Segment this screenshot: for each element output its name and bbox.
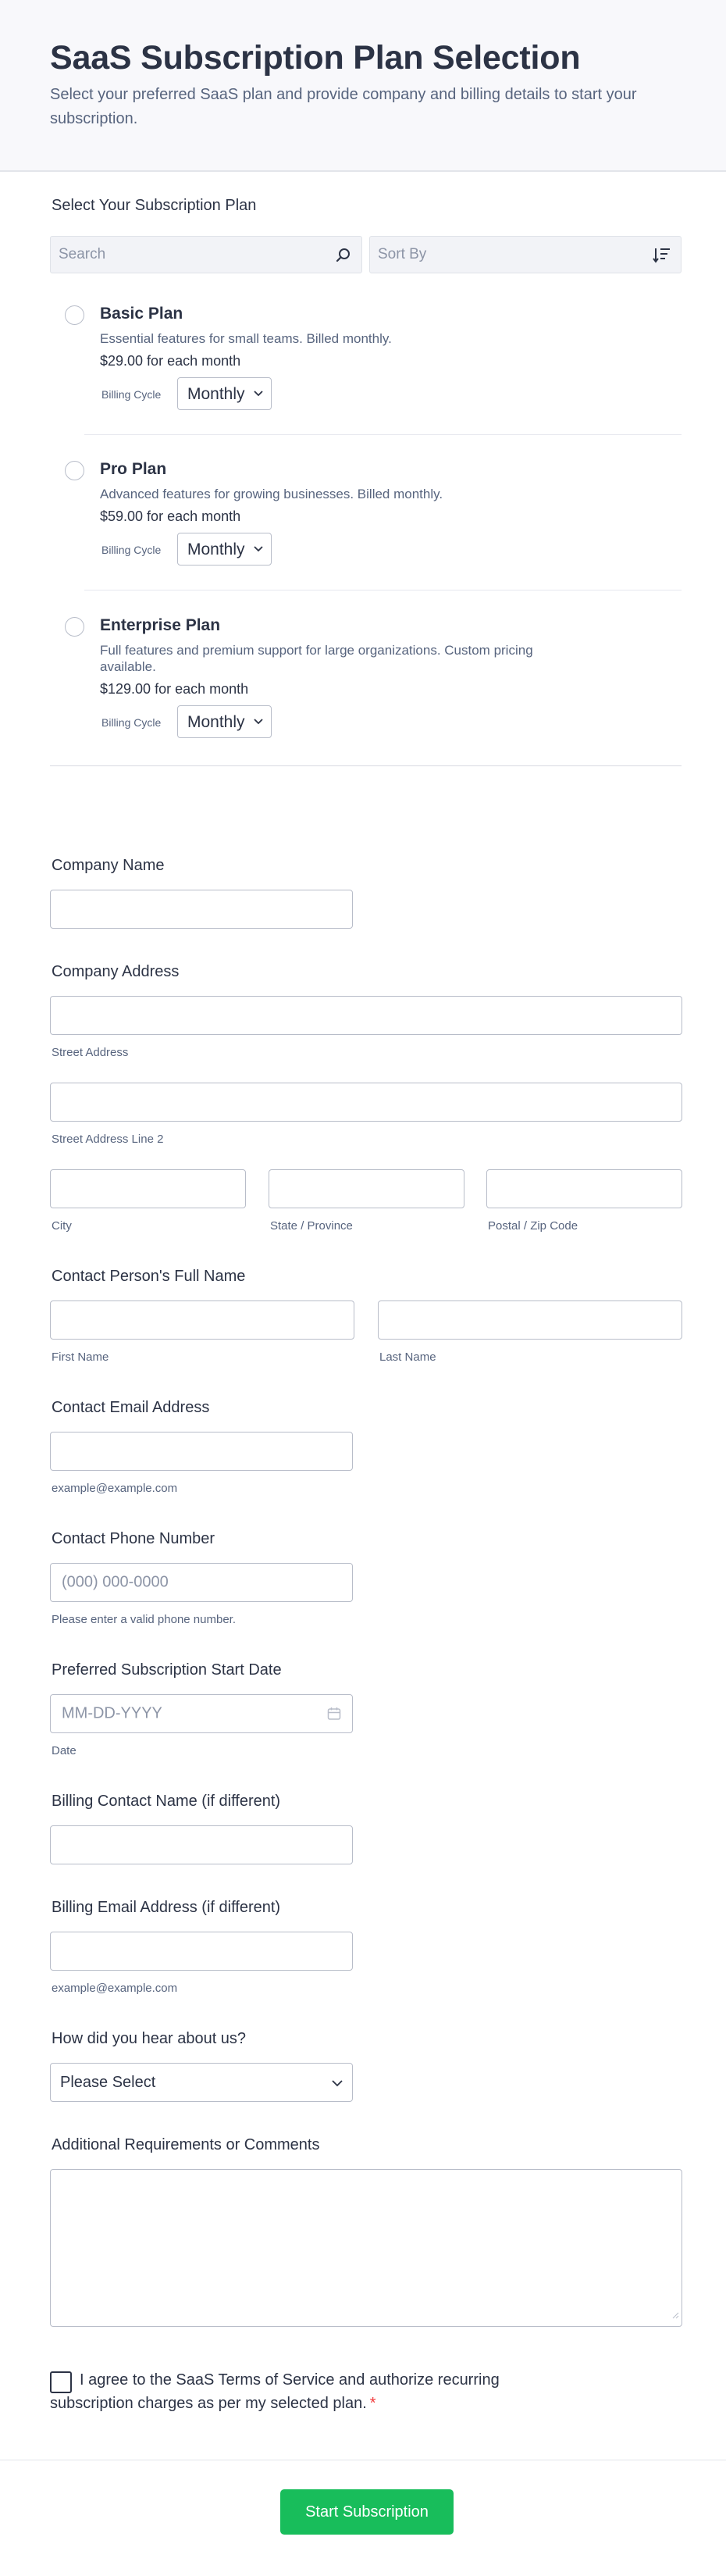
street-address-line2-input[interactable] <box>50 1083 682 1122</box>
billing-name-label: Billing Contact Name (if different) <box>52 1793 281 1810</box>
plan-radio-pro[interactable] <box>65 461 84 480</box>
contact-phone-label: Contact Phone Number <box>52 1530 215 1547</box>
plan-description: Essential features for small teams. Bill… <box>100 331 392 346</box>
required-asterisk: * <box>369 2395 376 2412</box>
plan-price: $59.00 for each month <box>100 508 241 524</box>
billing-cycle-value: Monthly <box>187 385 245 403</box>
chevron-down-icon <box>332 2080 343 2087</box>
contact-email-input[interactable] <box>50 1432 353 1471</box>
billing-cycle-select[interactable]: Monthly <box>177 533 272 566</box>
search-icon[interactable] <box>335 247 352 269</box>
plan-description: Full features and premium support for la… <box>100 643 533 674</box>
calendar-icon[interactable] <box>327 1707 341 1725</box>
plan-description: Advanced features for growing businesses… <box>100 487 443 501</box>
chevron-down-icon <box>254 391 263 397</box>
referral-selected-value: Please Select <box>60 2074 156 2091</box>
company-name-input[interactable] <box>50 890 353 929</box>
plan-sort-select[interactable]: Sort By <box>369 236 682 273</box>
contact-phone-sublabel: Please enter a valid phone number. <box>52 1613 236 1626</box>
last-name-input[interactable] <box>378 1300 682 1340</box>
plan-price: $129.00 for each month <box>100 681 249 697</box>
billing-cycle-label: Billing Cycle <box>101 544 162 556</box>
page-title: SaaS Subscription Plan Selection <box>50 39 581 77</box>
plans-bottom-divider <box>50 765 682 766</box>
street-address-line2-sublabel: Street Address Line 2 <box>52 1133 164 1146</box>
chevron-down-icon <box>254 719 263 725</box>
start-date-label: Preferred Subscription Start Date <box>52 1661 282 1679</box>
zip-input[interactable] <box>486 1169 682 1208</box>
comments-textarea[interactable] <box>50 2169 682 2327</box>
billing-cycle-label: Billing Cycle <box>101 716 162 729</box>
contact-email-sublabel: example@example.com <box>52 1482 178 1495</box>
company-name-label: Company Name <box>52 857 165 874</box>
billing-cycle-select[interactable]: Monthly <box>177 377 272 410</box>
billing-email-input[interactable] <box>50 1932 353 1971</box>
start-date-sublabel: Date <box>52 1744 77 1757</box>
resize-handle-icon[interactable] <box>671 2306 679 2324</box>
referral-select[interactable]: Please Select <box>50 2063 353 2102</box>
plan-search-input[interactable]: Search <box>50 236 362 273</box>
billing-name-input[interactable] <box>50 1825 353 1864</box>
billing-cycle-select[interactable]: Monthly <box>177 705 272 738</box>
search-placeholder: Search <box>59 246 106 262</box>
plan-radio-basic[interactable] <box>65 305 84 325</box>
start-date-input[interactable]: MM-DD-YYYY <box>50 1694 353 1733</box>
form-header: SaaS Subscription Plan Selection Select … <box>0 0 726 172</box>
terms-text: I agree to the SaaS Terms of Service and… <box>50 2368 550 2415</box>
referral-label: How did you hear about us? <box>52 2030 247 2047</box>
page-subtitle: Select your preferred SaaS plan and prov… <box>50 86 637 127</box>
plan-name: Enterprise Plan <box>100 616 221 634</box>
plan-radio-enterprise[interactable] <box>65 617 84 637</box>
billing-cycle-value: Monthly <box>187 713 245 731</box>
plan-name: Basic Plan <box>100 305 183 323</box>
terms-label: I agree to the SaaS Terms of Service and… <box>50 2371 500 2412</box>
city-input[interactable] <box>50 1169 246 1208</box>
date-placeholder: MM-DD-YYYY <box>62 1704 162 1722</box>
street-address-input[interactable] <box>50 996 682 1035</box>
contact-phone-input[interactable]: (000) 000-0000 <box>50 1563 353 1602</box>
plan-name: Pro Plan <box>100 460 167 478</box>
sort-icon <box>653 247 671 269</box>
phone-placeholder: (000) 000-0000 <box>62 1573 169 1591</box>
start-subscription-button[interactable]: Start Subscription <box>280 2489 454 2535</box>
chevron-down-icon <box>254 546 263 552</box>
last-name-sublabel: Last Name <box>379 1350 436 1364</box>
state-sublabel: State / Province <box>270 1219 353 1233</box>
first-name-input[interactable] <box>50 1300 354 1340</box>
contact-name-label: Contact Person's Full Name <box>52 1268 246 1285</box>
street-address-sublabel: Street Address <box>52 1046 129 1059</box>
billing-cycle-value: Monthly <box>187 541 245 558</box>
first-name-sublabel: First Name <box>52 1350 109 1364</box>
contact-email-label: Contact Email Address <box>52 1399 210 1416</box>
billing-email-sublabel: example@example.com <box>52 1982 178 1995</box>
zip-sublabel: Postal / Zip Code <box>488 1219 578 1233</box>
sort-placeholder: Sort By <box>378 246 427 262</box>
billing-email-label: Billing Email Address (if different) <box>52 1899 281 1916</box>
plan-divider <box>84 434 682 435</box>
billing-cycle-label: Billing Cycle <box>101 388 162 401</box>
comments-label: Additional Requirements or Comments <box>52 2136 320 2153</box>
plan-price: $29.00 for each month <box>100 353 241 369</box>
company-address-label: Company Address <box>52 963 180 980</box>
plans-label: Select Your Subscription Plan <box>52 197 257 214</box>
state-input[interactable] <box>269 1169 464 1208</box>
city-sublabel: City <box>52 1219 72 1233</box>
